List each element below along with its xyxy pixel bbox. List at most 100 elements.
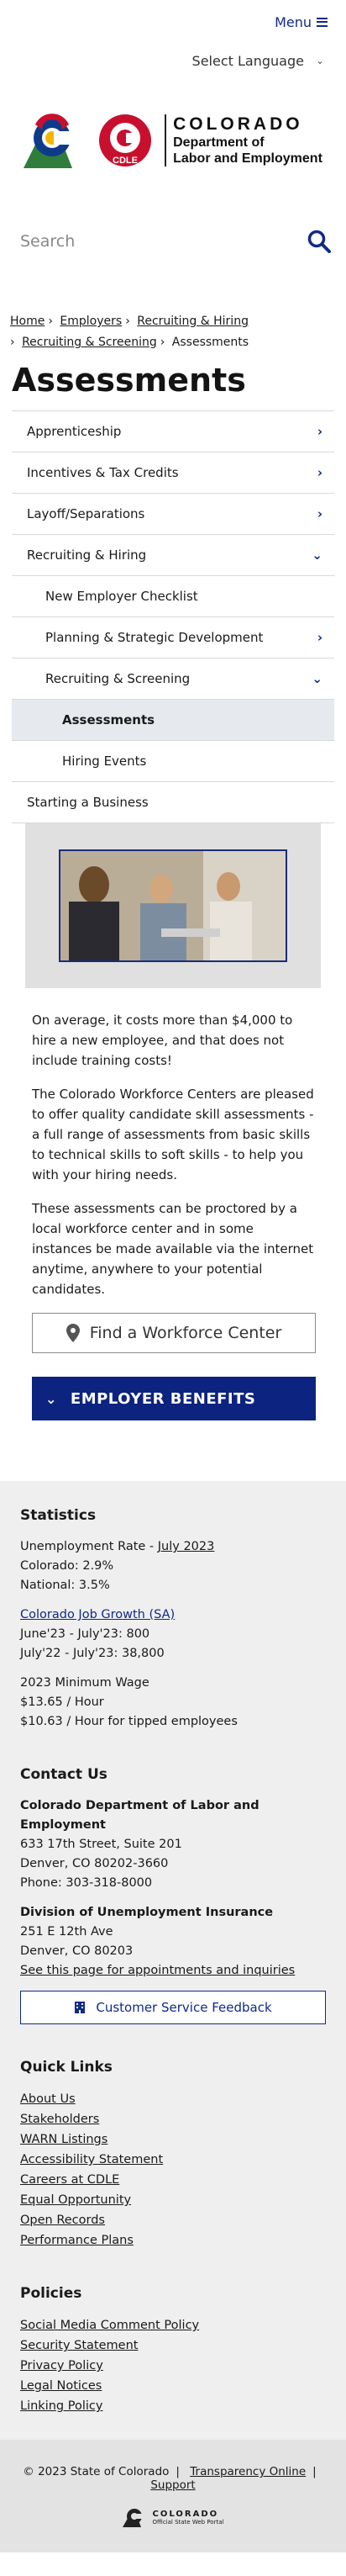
job-growth-block: Colorado Job Growth (SA) June'23 - July'… xyxy=(20,1605,326,1664)
menu-label: Menu xyxy=(275,13,312,30)
nav-item-hiring-events[interactable]: Hiring Events xyxy=(12,741,334,782)
breadcrumb-current: Assessments xyxy=(171,336,249,349)
quick-links-heading: Quick Links xyxy=(20,2059,113,2076)
meeting-illustration-icon xyxy=(60,851,286,960)
colorado-c-small-icon xyxy=(122,2509,144,2527)
chevron-down-icon: ⌄ xyxy=(45,1390,57,1407)
menu-button[interactable]: Menu xyxy=(275,14,328,30)
language-select[interactable]: Select Language ⌄ xyxy=(0,44,346,77)
logo-badge-text: CDLE xyxy=(113,156,138,166)
nav-label: New Employer Checklist xyxy=(45,589,198,604)
search-input[interactable]: Search xyxy=(20,232,75,251)
support-link[interactable]: Support xyxy=(150,2478,195,2492)
cdle-contact: Colorado Department of Labor and Employm… xyxy=(20,1796,326,1893)
colorado-rate: Colorado: 2.9% xyxy=(20,1559,114,1573)
unemployment-block: Unemployment Rate - July 2023 Colorado: … xyxy=(20,1537,326,1595)
unemployment-label: Unemployment Rate - xyxy=(20,1540,158,1553)
policy-link[interactable]: Security Statement xyxy=(20,2335,326,2356)
nav-label: Layoff/Separations xyxy=(27,506,145,521)
breadcrumb-recruiting-hiring[interactable]: Recruiting & Hiring xyxy=(137,315,249,328)
ui-address-1: 251 E 12th Ave xyxy=(20,1925,113,1939)
breadcrumb-home[interactable]: Home xyxy=(10,315,45,328)
bottom-bar: © 2023 State of Colorado | Transparency O… xyxy=(0,2440,346,2552)
breadcrumb-employers[interactable]: Employers xyxy=(60,315,122,328)
breadcrumb-recruiting-screening[interactable]: Recruiting & Screening xyxy=(22,336,157,349)
accordion-label: EMPLOYER BENEFITS xyxy=(70,1389,256,1408)
site-logo[interactable]: CDLE COLORADO Department of Labor and Em… xyxy=(0,77,346,204)
nav-item-assessments[interactable]: Assessments xyxy=(12,700,334,741)
business-meeting-photo xyxy=(59,849,287,962)
state-portal-logo[interactable]: COLORADO Official State Web Portal xyxy=(0,2507,346,2527)
national-rate: National: 3.5% xyxy=(20,1579,110,1592)
nav-item-incentives[interactable]: Incentives & Tax Credits › xyxy=(12,452,334,494)
logo-marks: CDLE xyxy=(24,113,153,168)
min-wage-tipped: $10.63 / Hour for tipped employees xyxy=(20,1715,238,1728)
nav-item-apprenticeship[interactable]: Apprenticeship › xyxy=(12,411,334,452)
chevron-down-icon: ⌄ xyxy=(315,55,324,66)
policies-list: Social Media Comment Policy Security Sta… xyxy=(20,2315,326,2416)
job-growth-link[interactable]: Colorado Job Growth (SA) xyxy=(20,1608,175,1621)
logo-state: COLORADO xyxy=(173,114,303,134)
feedback-label: Customer Service Feedback xyxy=(96,1999,272,2015)
nav-item-recruiting-screening[interactable]: Recruiting & Screening ⌄ xyxy=(12,659,334,700)
min-wage-block: 2023 Minimum Wage $13.65 / Hour $10.63 /… xyxy=(20,1674,326,1732)
quick-link[interactable]: About Us xyxy=(20,2089,326,2109)
hero-image-frame xyxy=(25,823,321,988)
nav-label: Planning & Strategic Development xyxy=(45,630,264,645)
policy-link[interactable]: Linking Policy xyxy=(20,2396,326,2416)
nav-label: Incentives & Tax Credits xyxy=(27,465,179,480)
nav-item-planning[interactable]: Planning & Strategic Development › xyxy=(12,617,334,659)
nav-item-recruiting-hiring[interactable]: Recruiting & Hiring ⌄ xyxy=(12,535,334,576)
policy-link[interactable]: Privacy Policy xyxy=(20,2356,326,2376)
ui-contact: Division of Unemployment Insurance 251 E… xyxy=(20,1903,326,1981)
building-icon xyxy=(75,2002,86,2013)
policy-link[interactable]: Legal Notices xyxy=(20,2376,326,2396)
chevron-right-icon: › xyxy=(317,424,322,439)
quick-link[interactable]: Equal Opportunity xyxy=(20,2190,326,2210)
quick-link[interactable]: WARN Listings xyxy=(20,2129,326,2150)
statistics-heading: Statistics xyxy=(20,1507,97,1524)
paragraph-cost: On average, it costs more than $4,000 to… xyxy=(32,1013,293,1068)
quick-link[interactable]: Accessibility Statement xyxy=(20,2150,326,2170)
policy-link[interactable]: Social Media Comment Policy xyxy=(20,2315,326,2335)
customer-feedback-button[interactable]: Customer Service Feedback xyxy=(20,1991,326,2024)
copyright: © 2023 State of Colorado xyxy=(23,2465,170,2478)
ui-appointments-link[interactable]: See this page for appointments and inqui… xyxy=(20,1964,295,1977)
employer-benefits-accordion[interactable]: ⌄ EMPLOYER BENEFITS xyxy=(32,1377,316,1420)
quick-link[interactable]: Performance Plans xyxy=(20,2230,326,2251)
section-nav: Apprenticeship › Incentives & Tax Credits… xyxy=(12,410,334,823)
min-wage-standard: $13.65 / Hour xyxy=(20,1695,104,1709)
quick-link[interactable]: Stakeholders xyxy=(20,2109,326,2129)
find-workforce-center-button[interactable]: Find a Workforce Center xyxy=(32,1313,316,1353)
quick-link[interactable]: Open Records xyxy=(20,2210,326,2230)
portal-line-2: Official State Web Portal xyxy=(152,2518,224,2526)
contact-address-1: 633 17th Street, Suite 201 xyxy=(20,1838,182,1851)
nav-label: Apprenticeship xyxy=(27,424,122,439)
cdle-badge-icon: CDLE xyxy=(99,114,152,167)
transparency-link[interactable]: Transparency Online xyxy=(190,2465,306,2478)
contact-address-2: Denver, CO 80202-3660 xyxy=(20,1857,169,1870)
nav-label: Starting a Business xyxy=(27,795,149,810)
logo-text: COLORADO Department of Labor and Employm… xyxy=(165,114,322,167)
search-bar: Search xyxy=(0,204,346,279)
job-growth-monthly: June'23 - July'23: 800 xyxy=(20,1627,150,1641)
contact-org: Colorado Department of Labor and Employm… xyxy=(20,1799,260,1832)
unemployment-month-link[interactable]: July 2023 xyxy=(158,1540,215,1553)
nav-item-layoff[interactable]: Layoff/Separations › xyxy=(12,494,334,535)
nav-item-new-employer-checklist[interactable]: New Employer Checklist xyxy=(12,576,334,617)
search-icon[interactable] xyxy=(307,230,331,253)
top-bar: Menu xyxy=(0,0,346,44)
nav-label: Recruiting & Hiring xyxy=(27,547,147,563)
quick-link[interactable]: Careers at CDLE xyxy=(20,2170,326,2190)
quick-links-list: About Us Stakeholders WARN Listings Acce… xyxy=(20,2089,326,2251)
language-label: Select Language xyxy=(191,52,304,69)
nav-item-starting-business[interactable]: Starting a Business xyxy=(12,782,334,823)
paragraph-workforce-centers: The Colorado Workforce Centers are pleas… xyxy=(32,1087,314,1182)
chevron-right-icon: › xyxy=(317,630,322,645)
ui-heading: Division of Unemployment Insurance xyxy=(20,1906,274,1919)
portal-line-1: COLORADO xyxy=(152,2509,219,2519)
site-footer: Statistics Unemployment Rate - July 2023… xyxy=(0,1481,346,2440)
chevron-down-icon: ⌄ xyxy=(312,547,322,563)
chevron-down-icon: ⌄ xyxy=(312,671,322,686)
logo-dept-line1: Department of xyxy=(173,135,265,150)
